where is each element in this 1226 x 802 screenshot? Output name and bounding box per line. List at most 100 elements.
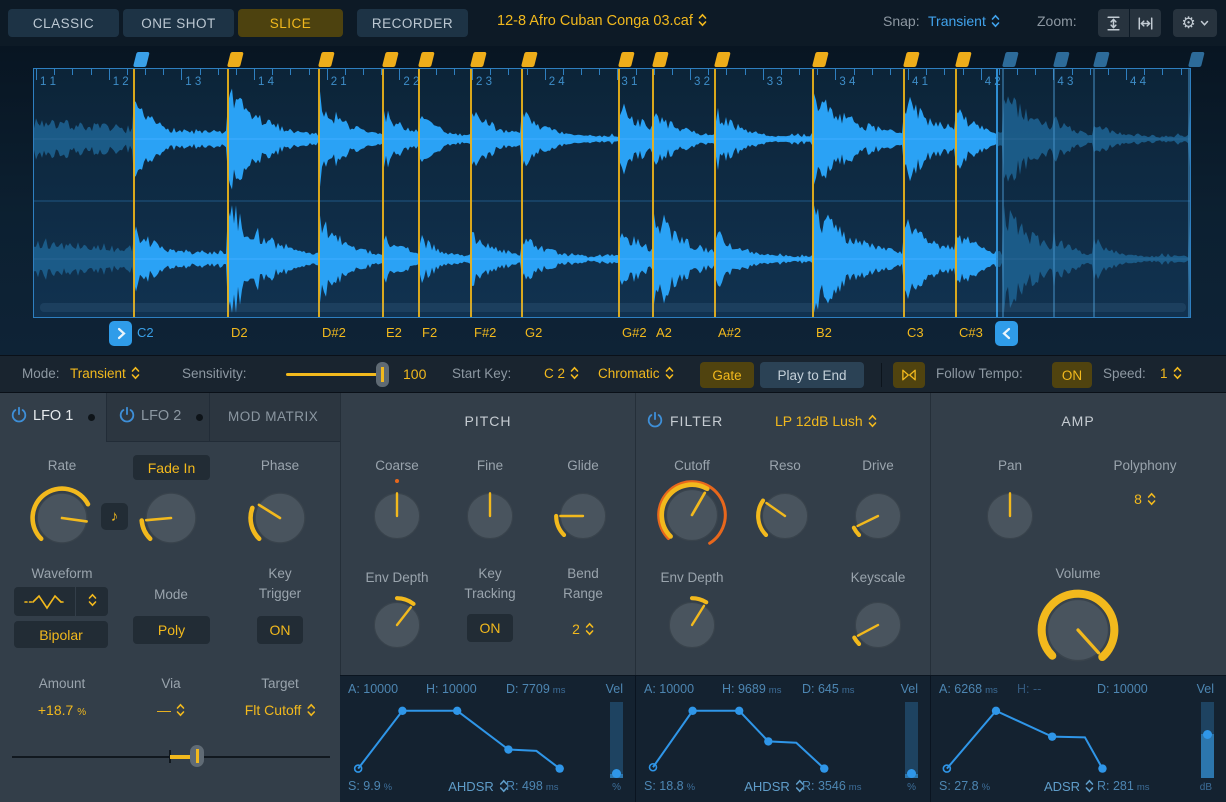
- envelope-type-selector[interactable]: AHDSR: [448, 779, 508, 796]
- slice-line[interactable]: [470, 69, 472, 317]
- sensitivity-slider-handle[interactable]: [376, 362, 389, 387]
- tab-classic[interactable]: CLASSIC: [8, 9, 119, 37]
- slice-line[interactable]: [812, 69, 814, 317]
- lfo-waveform-selector[interactable]: [14, 587, 108, 616]
- tab-mod-matrix[interactable]: MOD MATRIX: [228, 409, 318, 424]
- slice-line[interactable]: [618, 69, 620, 317]
- envelope-graph[interactable]: [640, 700, 887, 778]
- pitch-glide-knob[interactable]: [552, 485, 614, 547]
- slice-line[interactable]: [133, 69, 135, 317]
- lfo-rate-knob[interactable]: [28, 484, 96, 552]
- slice-flag[interactable]: [227, 52, 244, 67]
- bipolar-button[interactable]: Bipolar: [14, 621, 108, 648]
- envelope-type-selector[interactable]: AHDSR: [744, 779, 804, 796]
- pitch-fine-knob[interactable]: [459, 485, 521, 547]
- envelope-handle[interactable]: [504, 745, 512, 753]
- velocity-handle[interactable]: [612, 769, 621, 778]
- slice-line[interactable]: [418, 69, 420, 317]
- key-tracking-button[interactable]: ON: [467, 614, 513, 642]
- via-selector[interactable]: —: [157, 702, 185, 720]
- slice-flag-dim[interactable]: [1053, 52, 1070, 67]
- envelope-handle[interactable]: [1098, 764, 1106, 772]
- lfo-fade-knob[interactable]: [137, 484, 205, 552]
- filter-reso-knob[interactable]: [754, 485, 816, 547]
- sensitivity-slider-track[interactable]: [286, 373, 386, 376]
- start-key-selector[interactable]: C 2: [544, 366, 579, 383]
- slice-line[interactable]: [318, 69, 320, 317]
- slice-flag-dim[interactable]: [1093, 52, 1110, 67]
- envelope-handle[interactable]: [556, 764, 564, 772]
- slice-line[interactable]: [955, 69, 957, 317]
- action-menu-button[interactable]: ⚙: [1173, 9, 1217, 37]
- filter-cutoff-knob[interactable]: [657, 480, 727, 550]
- gate-button[interactable]: Gate: [700, 362, 754, 388]
- key-trigger-button[interactable]: ON: [257, 616, 303, 644]
- lfo1-power-button[interactable]: [10, 406, 28, 429]
- envelope-handle[interactable]: [820, 764, 828, 772]
- speed-selector[interactable]: 1: [1160, 366, 1182, 383]
- velocity-slider[interactable]: [1201, 702, 1214, 778]
- slice-line[interactable]: [652, 69, 654, 317]
- filter-keyscale-knob[interactable]: [847, 594, 909, 656]
- slice-flag[interactable]: [382, 52, 399, 67]
- envelope-handle[interactable]: [1048, 732, 1056, 740]
- region-start-handle[interactable]: [109, 321, 132, 346]
- filter-env-depth-knob[interactable]: [661, 594, 723, 656]
- slice-flag[interactable]: [714, 52, 731, 67]
- pitch-coarse-knob[interactable]: [366, 485, 428, 547]
- waveform-stepper[interactable]: [76, 593, 108, 610]
- snap-selector[interactable]: Transient: [928, 13, 1000, 31]
- velocity-handle[interactable]: [1203, 730, 1212, 739]
- slice-flag[interactable]: [955, 52, 972, 67]
- slice-line[interactable]: [227, 69, 229, 317]
- play-to-end-button[interactable]: Play to End: [760, 362, 864, 388]
- slice-line[interactable]: [382, 69, 384, 317]
- velocity-handle[interactable]: [907, 769, 916, 778]
- slice-line[interactable]: [903, 69, 905, 317]
- sample-file-selector[interactable]: 12-8 Afro Cuban Conga 03.caf: [497, 13, 707, 31]
- waveform-scrollbar[interactable]: [40, 303, 1186, 312]
- filter-drive-knob[interactable]: [847, 485, 909, 547]
- polyphony-selector[interactable]: 8: [1134, 491, 1156, 509]
- slice-flag[interactable]: [470, 52, 487, 67]
- tab-lfo2[interactable]: LFO 2: [141, 408, 181, 424]
- tab-lfo1[interactable]: LFO 1: [33, 408, 73, 424]
- filter-power-button[interactable]: [646, 411, 664, 434]
- pitch-env-depth-knob[interactable]: [366, 594, 428, 656]
- envelope-handle[interactable]: [398, 707, 406, 715]
- slice-line[interactable]: [1002, 69, 1004, 317]
- lfo2-power-button[interactable]: [118, 406, 136, 429]
- lfo-amount-slider-handle[interactable]: [190, 745, 204, 767]
- slice-flag[interactable]: [652, 52, 669, 67]
- slice-line[interactable]: [1093, 69, 1095, 317]
- envelope-handle[interactable]: [735, 707, 743, 715]
- amp-pan-knob[interactable]: [979, 485, 1041, 547]
- slice-flag[interactable]: [903, 52, 920, 67]
- slice-flag[interactable]: [318, 52, 335, 67]
- region-end-handle[interactable]: [995, 321, 1018, 346]
- rate-note-sync-button[interactable]: ♪: [101, 503, 128, 530]
- slice-line[interactable]: [521, 69, 523, 317]
- amount-value[interactable]: +18.7 %: [38, 702, 86, 718]
- vertical-zoom-button[interactable]: [1098, 9, 1129, 37]
- filter-type-selector[interactable]: LP 12dB Lush: [775, 413, 877, 431]
- follow-tempo-toggle[interactable]: ON: [1052, 362, 1092, 388]
- slice-line[interactable]: [1053, 69, 1055, 317]
- slice-flag[interactable]: [418, 52, 435, 67]
- slice-line[interactable]: [714, 69, 716, 317]
- envelope-handle[interactable]: [764, 737, 772, 745]
- reverse-button[interactable]: [893, 362, 925, 388]
- tab-one-shot[interactable]: ONE SHOT: [123, 9, 234, 37]
- velocity-slider[interactable]: [905, 702, 918, 778]
- lfo-phase-knob[interactable]: [246, 484, 314, 552]
- envelope-handle[interactable]: [688, 707, 696, 715]
- slice-flag[interactable]: [521, 52, 538, 67]
- envelope-type-selector[interactable]: ADSR: [1044, 779, 1094, 796]
- slice-flag[interactable]: [812, 52, 829, 67]
- slice-flag-dim[interactable]: [1188, 52, 1205, 67]
- amp-volume-knob[interactable]: [1036, 588, 1120, 672]
- envelope-graph[interactable]: [935, 700, 1183, 778]
- mode-selector[interactable]: Transient: [70, 366, 140, 383]
- lfo-mode-button[interactable]: Poly: [133, 616, 210, 644]
- region-end-line[interactable]: [996, 69, 998, 317]
